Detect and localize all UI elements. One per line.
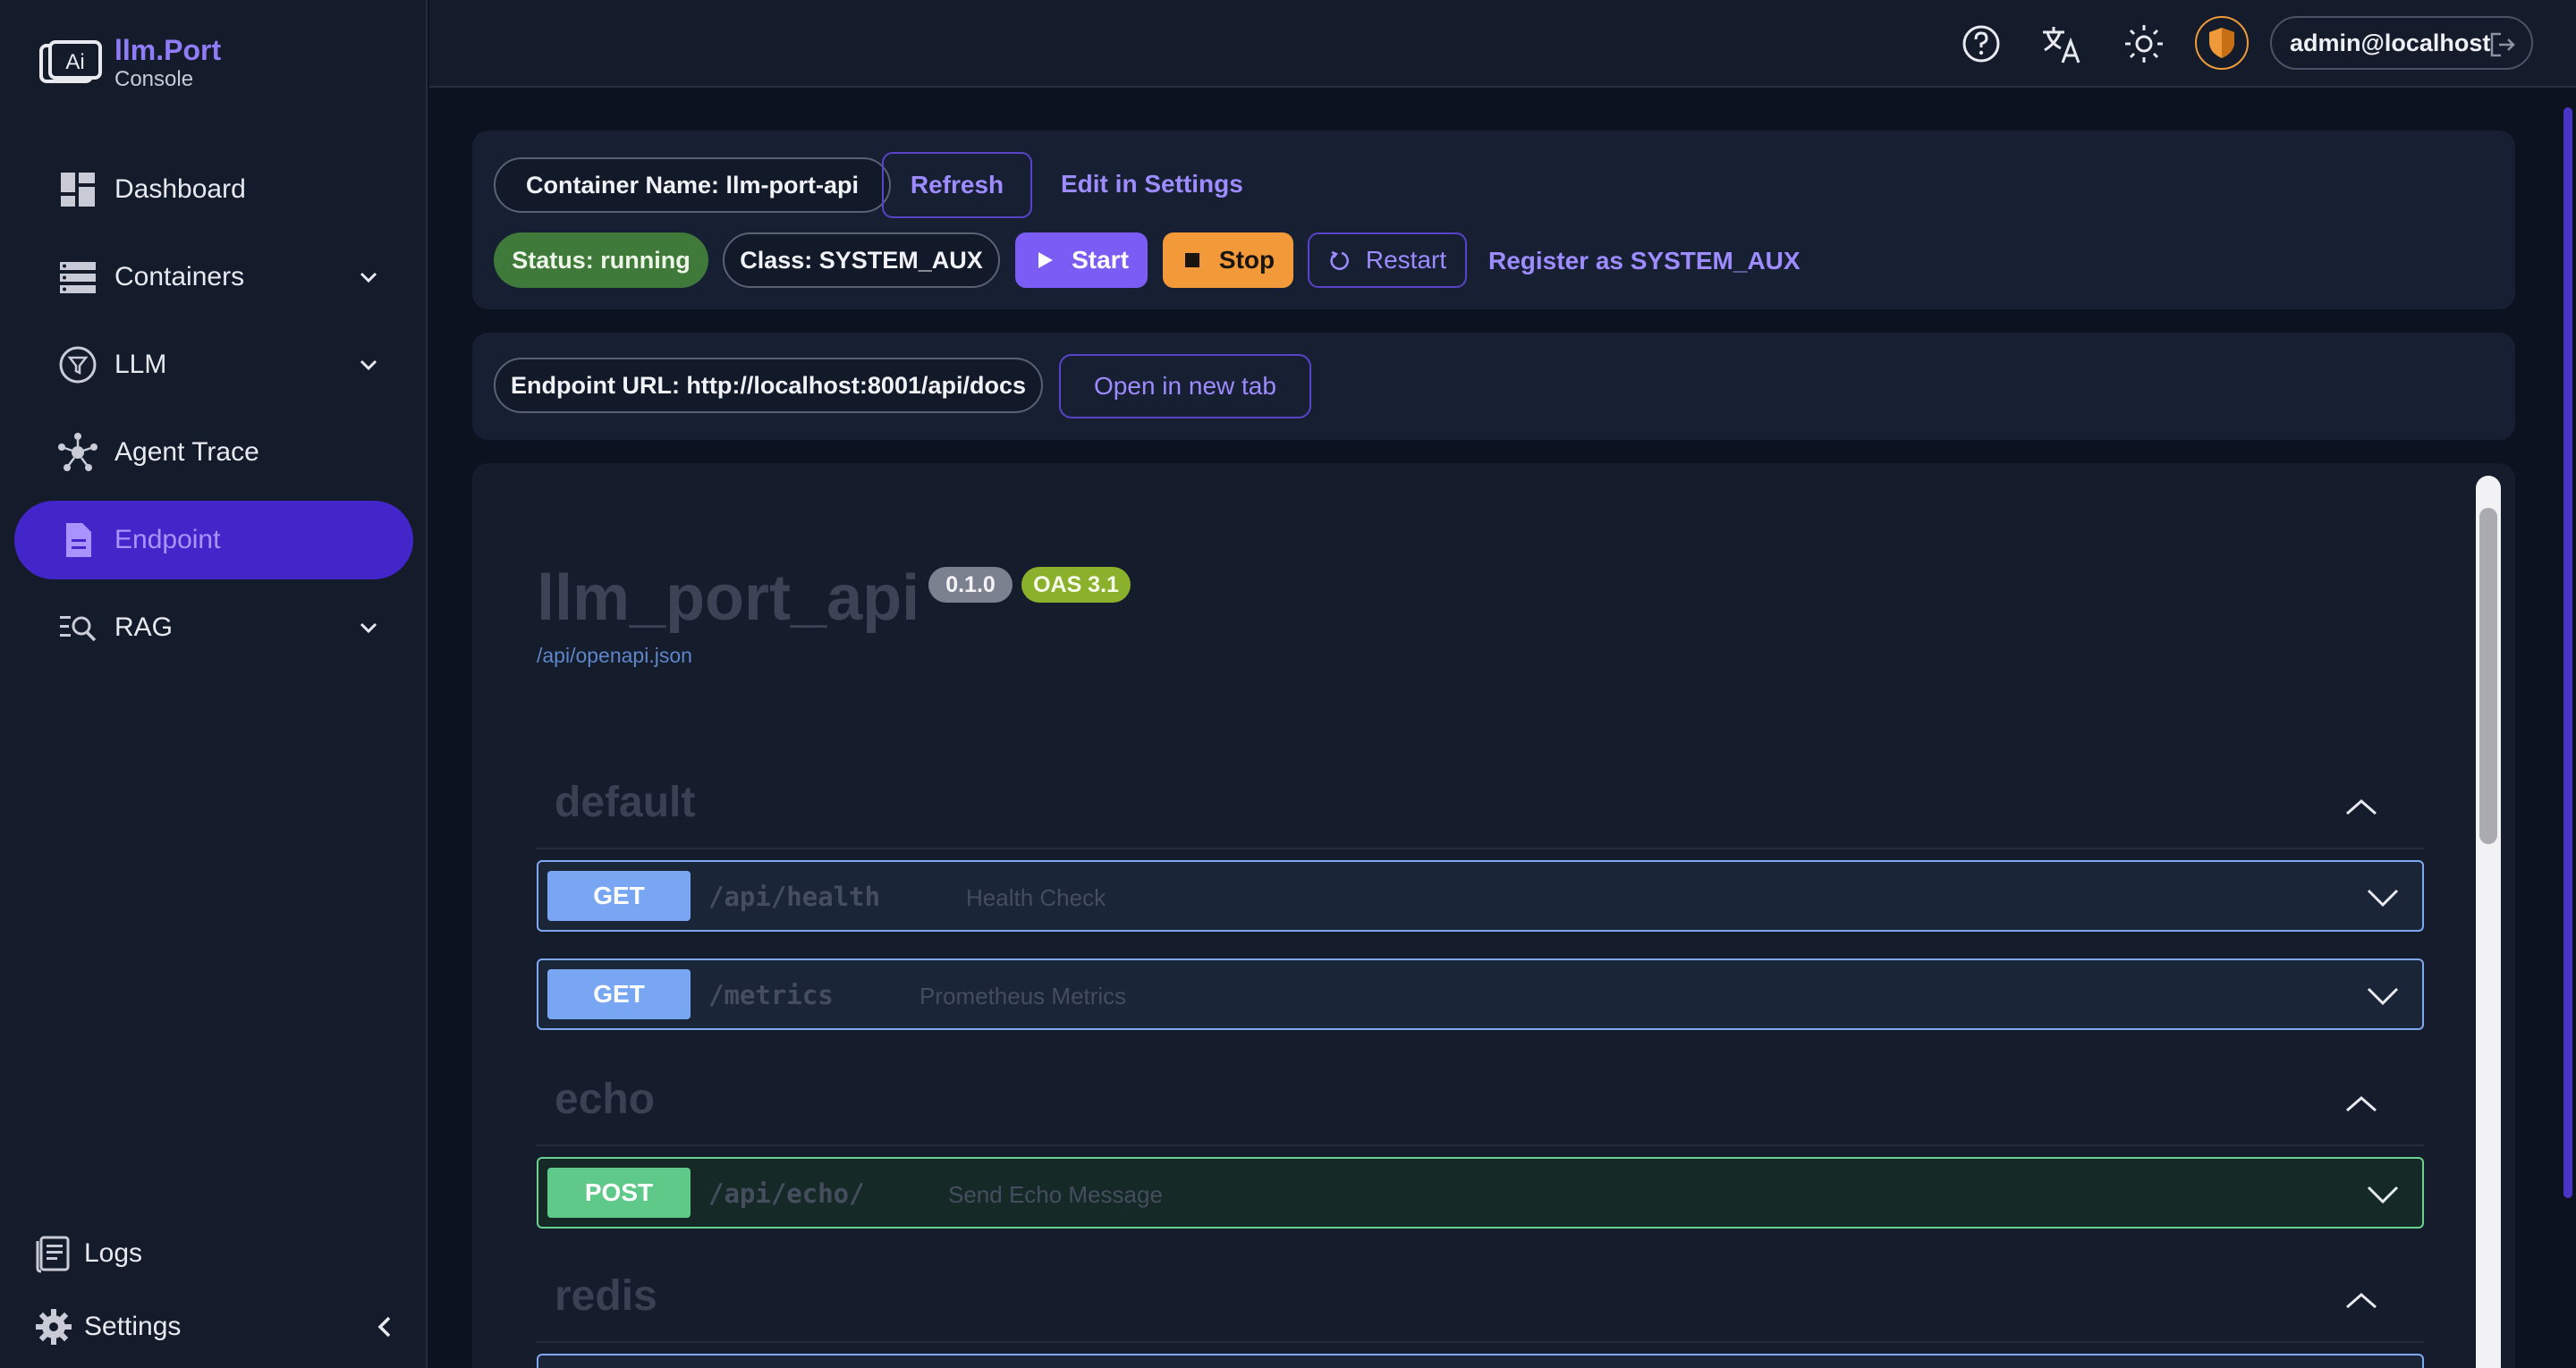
swagger-ui-frame: llm_port_api 0.1.0 OAS 3.1 /api/openapi.… (472, 463, 2515, 1368)
collapse-sidebar-icon[interactable] (369, 1311, 401, 1343)
oas-badge: OAS 3.1 (1021, 567, 1131, 603)
chevron-down-icon (2367, 987, 2399, 1006)
operation-post-echo[interactable]: POST /api/echo/ Send Echo Message (537, 1157, 2424, 1229)
sidebar: Ai llm.Port Console Dashboard Containers… (0, 0, 428, 1368)
endpoint-url-card: Endpoint URL: http://localhost:8001/api/… (472, 333, 2515, 440)
chevron-down-icon (2367, 1186, 2399, 1204)
sidebar-item-containers[interactable]: Containers (14, 238, 413, 317)
security-shield-icon[interactable] (2195, 16, 2249, 70)
operation-get-health[interactable]: GET /api/health Health Check (537, 860, 2424, 932)
theme-sun-icon[interactable] (2122, 21, 2166, 66)
operation-summary: Send Echo Message (948, 1181, 1163, 1208)
container-name-chip: Container Name: llm-port-api (494, 157, 891, 213)
logs-icon (36, 1236, 70, 1273)
sidebar-item-label: Agent Trace (114, 437, 259, 467)
logout-icon (2490, 32, 2515, 57)
tag-echo-title[interactable]: echo (555, 1075, 655, 1124)
sidebar-item-dashboard[interactable]: Dashboard (14, 150, 413, 229)
operation-path: /api/echo/ (708, 1178, 865, 1209)
brand[interactable]: Ai llm.Port Console (39, 34, 221, 91)
sidebar-item-label: Logs (84, 1238, 143, 1268)
chevron-down-icon (360, 622, 377, 634)
tag-divider (537, 848, 2424, 849)
container-controls-card: Container Name: llm-port-api Refresh Edi… (472, 131, 2515, 309)
chevron-down-icon (360, 359, 377, 371)
sidebar-item-label: Containers (114, 262, 245, 291)
brand-subtitle: Console (114, 67, 194, 91)
endpoint-url-chip: Endpoint URL: http://localhost:8001/api/… (494, 358, 1043, 413)
sidebar-item-label: Settings (84, 1312, 182, 1341)
tag-divider (537, 1144, 2424, 1146)
gear-icon (36, 1309, 72, 1345)
sidebar-item-label: Endpoint (114, 525, 221, 554)
open-new-tab-button[interactable]: Open in new tab (1059, 354, 1311, 418)
page-scrollbar[interactable] (2563, 107, 2572, 1198)
sidebar-item-settings[interactable]: Settings (34, 1307, 181, 1347)
document-icon (66, 523, 91, 557)
operation-summary: Prometheus Metrics (919, 983, 1127, 1009)
sidebar-item-llm[interactable]: LLM (14, 325, 413, 404)
operation-summary: Health Check (966, 884, 1106, 911)
tag-default-title[interactable]: default (555, 778, 695, 827)
http-method-badge: GET (547, 871, 691, 921)
edit-in-settings-link[interactable]: Edit in Settings (1061, 170, 1243, 198)
sidebar-item-label: LLM (114, 350, 167, 379)
version-badge: 0.1.0 (928, 567, 1013, 603)
restart-icon (1330, 250, 1349, 270)
chevron-down-icon (360, 272, 377, 283)
brand-name: llm.Port (114, 34, 222, 66)
restart-label: Restart (1365, 246, 1447, 274)
play-icon (1038, 252, 1054, 268)
start-button[interactable]: Start (1015, 232, 1148, 288)
sidebar-item-label: Dashboard (114, 174, 246, 204)
operation-get-metrics[interactable]: GET /metrics Prometheus Metrics (537, 958, 2424, 1030)
swagger-scrollbar-thumb[interactable] (2479, 508, 2497, 844)
operation-redis-partial[interactable] (537, 1354, 2424, 1368)
start-label: Start (1072, 246, 1129, 274)
help-icon[interactable] (1959, 21, 2004, 66)
user-email: admin@localhost (2290, 29, 2491, 56)
stop-icon (1184, 253, 1199, 267)
http-method-badge: POST (547, 1168, 691, 1218)
refresh-button[interactable]: Refresh (882, 152, 1032, 218)
sidebar-item-label: RAG (114, 612, 174, 642)
tag-redis-title[interactable]: redis (555, 1271, 657, 1321)
status-badge: Status: running (494, 232, 708, 288)
operation-path: /api/health (708, 882, 881, 912)
chevron-up-icon[interactable] (2342, 794, 2381, 819)
api-title: llm_port_api (537, 562, 920, 634)
user-menu-button[interactable]: admin@localhost (2270, 16, 2533, 70)
dashboard-icon (61, 173, 95, 207)
sidebar-item-logs[interactable]: Logs (34, 1234, 142, 1273)
sidebar-item-rag[interactable]: RAG (14, 588, 413, 667)
stop-button[interactable]: Stop (1163, 232, 1293, 288)
chevron-down-icon (2367, 889, 2399, 908)
class-chip: Class: SYSTEM_AUX (723, 232, 1000, 288)
sidebar-item-endpoint[interactable]: Endpoint (14, 501, 413, 579)
top-bar (429, 0, 2576, 88)
restart-button[interactable]: Restart (1308, 232, 1467, 288)
http-method-badge: GET (547, 969, 691, 1019)
register-system-aux-link[interactable]: Register as SYSTEM_AUX (1488, 247, 1801, 275)
openapi-spec-link[interactable]: /api/openapi.json (537, 644, 692, 668)
network-nodes-icon (58, 433, 97, 471)
search-list-icon (60, 616, 97, 642)
sidebar-item-agent-trace[interactable]: Agent Trace (14, 413, 413, 492)
chevron-up-icon[interactable] (2342, 1288, 2381, 1313)
stop-label: Stop (1218, 246, 1275, 274)
translate-icon[interactable] (2039, 21, 2084, 66)
tag-divider (537, 1341, 2424, 1343)
chevron-up-icon[interactable] (2342, 1091, 2381, 1116)
llm-port-logo-icon: Ai (39, 40, 102, 83)
server-stack-icon (60, 262, 96, 293)
svg-text:Ai: Ai (65, 50, 84, 74)
filter-funnel-icon (59, 346, 97, 384)
operation-path: /metrics (708, 980, 834, 1010)
